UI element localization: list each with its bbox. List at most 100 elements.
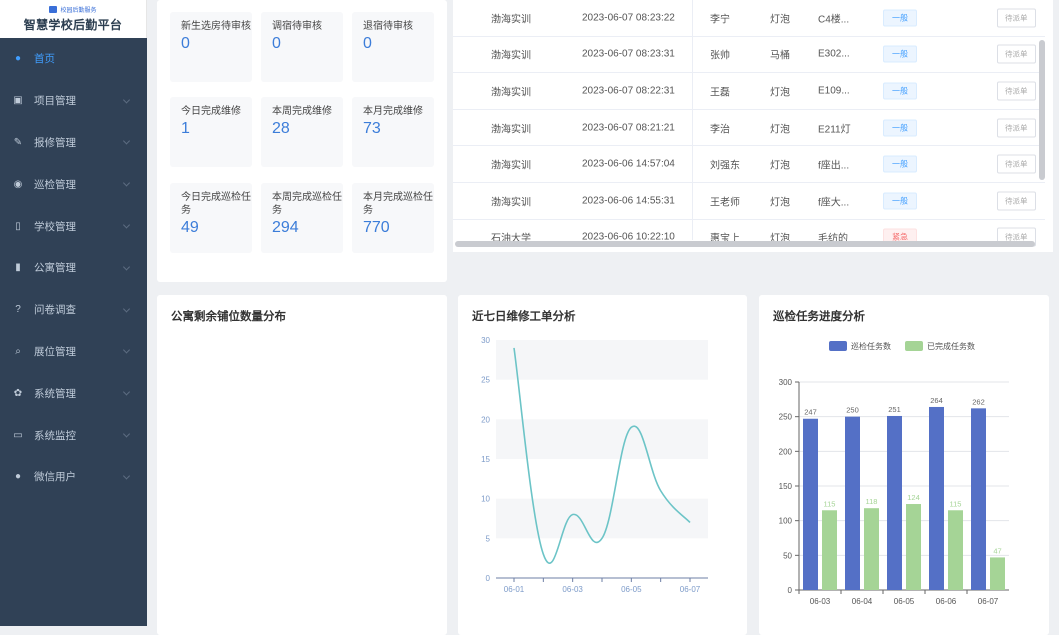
y-tick-label: 20: [481, 415, 490, 424]
stat-tile[interactable]: 本周完成维修28: [261, 97, 343, 167]
repair-icon: ✎: [12, 136, 24, 148]
y-tick-label: 10: [481, 495, 490, 504]
sidebar-item-2[interactable]: ✎ 报修管理: [0, 122, 147, 164]
sidebar-item-5[interactable]: ▮公寓管理: [0, 247, 147, 289]
y-tick-label: 0: [486, 574, 491, 583]
sidebar: 校园后勤服务 智慧学校后勤平台 ●首页▣项目管理✎报修管理◉巡检管理▯学校管理▮…: [0, 0, 147, 626]
sidebar-item-7[interactable]: ⌕展位管理: [0, 331, 147, 373]
sidebar-item-0[interactable]: ●首页: [0, 38, 147, 80]
legend-swatch[interactable]: [905, 341, 923, 351]
dispatch-button[interactable]: 待派单: [997, 191, 1036, 210]
search-icon: ⌕: [12, 345, 24, 357]
table-row: 渤海实训2023-06-06 14:57:04刘强东灯泡f座出...一般待派单: [453, 146, 1045, 183]
table-row: 渤海实训2023-06-06 14:55:31王老师灯泡f座大...一般待派单: [453, 183, 1045, 220]
sidebar-item-8[interactable]: ✿系统管理: [0, 372, 147, 414]
table-row: 渤海实训2023-06-07 08:23:22李宁灯泡C4楼...一般待派单: [453, 0, 1045, 37]
cell-item: 灯泡: [770, 157, 790, 172]
bar-value-label: 251: [888, 405, 901, 414]
legend-swatch[interactable]: [829, 341, 847, 351]
priority-badge: 一般: [883, 82, 917, 99]
sidebar-item-label: 系统监控: [34, 428, 76, 443]
stat-label: 退宿待审核: [363, 20, 433, 33]
horizontal-scrollbar[interactable]: [455, 241, 1035, 247]
wechat-icon: ●: [12, 471, 24, 483]
table-row: 渤海实训2023-06-07 08:21:21李治灯泡E211灯一般待派单: [453, 110, 1045, 147]
stat-tile[interactable]: 今日完成巡检任务49: [170, 183, 252, 253]
cell-person: 张帅: [710, 47, 730, 62]
stat-tile[interactable]: 今日完成维修1: [170, 97, 252, 167]
stat-value: 0: [181, 35, 252, 53]
stat-tile[interactable]: 本月完成巡检任务770: [352, 183, 434, 253]
bar-done[interactable]: [906, 504, 921, 590]
sidebar-item-3[interactable]: ◉巡检管理: [0, 163, 147, 205]
x-tick-label: 06-04: [852, 597, 873, 606]
cell-time: 2023-06-07 08:21:21: [582, 122, 675, 133]
cell-item: 灯泡: [770, 120, 790, 135]
grid-band: [496, 340, 708, 380]
bar-total[interactable]: [929, 407, 944, 590]
bar-done[interactable]: [822, 510, 837, 590]
legend-label: 已完成任务数: [927, 341, 975, 351]
bar-total[interactable]: [845, 417, 860, 590]
stat-tile[interactable]: 本月完成维修73: [352, 97, 434, 167]
sidebar-item-9[interactable]: ▭系统监控: [0, 414, 147, 456]
bar-done[interactable]: [948, 510, 963, 590]
cell-item: 灯泡: [770, 83, 790, 98]
sidebar-item-label: 报修管理: [34, 135, 76, 150]
dispatch-button[interactable]: 待派单: [997, 45, 1036, 64]
logo-text: 校园后勤服务: [60, 5, 96, 14]
bar-done[interactable]: [864, 508, 879, 590]
brand-header[interactable]: 校园后勤服务 智慧学校后勤平台: [0, 0, 147, 38]
x-tick-label: 06-03: [562, 585, 583, 594]
stat-tile[interactable]: 本周完成巡检任务294: [261, 183, 343, 253]
cell-school: 渤海实训: [491, 157, 531, 172]
stat-tile[interactable]: 调宿待审核0: [261, 12, 343, 82]
priority-badge: 一般: [883, 192, 917, 209]
y-tick-label: 100: [779, 517, 793, 526]
sidebar-item-1[interactable]: ▣ 项目管理: [0, 80, 147, 122]
logo: 校园后勤服务: [49, 5, 96, 14]
cell-time: 2023-06-06 14:55:31: [582, 195, 675, 206]
dispatch-button[interactable]: 待派单: [997, 155, 1036, 174]
bar-total[interactable]: [887, 416, 902, 590]
dispatch-button[interactable]: 待派单: [997, 118, 1036, 137]
repair-order-table: 渤海实训2023-06-07 08:23:22李宁灯泡C4楼...一般待派单渤海…: [453, 0, 1053, 252]
bar-value-label: 124: [907, 493, 920, 502]
vertical-scrollbar[interactable]: [1039, 40, 1045, 180]
stat-tile[interactable]: 新生选房待审核 0: [170, 12, 252, 82]
chevron-down-icon: [123, 389, 130, 396]
legend-label: 巡检任务数: [851, 341, 891, 351]
sidebar-item-4[interactable]: ▯学校管理: [0, 205, 147, 247]
cell-item: 灯泡: [770, 193, 790, 208]
cell-school: 渤海实训: [491, 10, 531, 25]
stat-value: 294: [272, 219, 343, 237]
sidebar-item-6[interactable]: ?问卷调查: [0, 289, 147, 331]
chart-legend: 巡检任务数 已完成任务数: [829, 341, 975, 351]
sidebar-item-label: 巡检管理: [34, 177, 76, 192]
bar-total[interactable]: [803, 419, 818, 590]
book-icon: ▯: [12, 220, 24, 232]
chevron-down-icon: [123, 96, 130, 103]
bar-total[interactable]: [971, 408, 986, 590]
bar-done[interactable]: [990, 557, 1005, 590]
stat-label: 新生选房待审核: [181, 20, 251, 33]
dispatch-button[interactable]: 待派单: [997, 81, 1036, 100]
x-tick-label: 06-05: [621, 585, 642, 594]
y-tick-label: 25: [481, 376, 490, 385]
bar-value-label: 115: [950, 499, 962, 508]
bar-chart-icon: ▮: [12, 262, 24, 274]
project-icon: ▣: [12, 95, 24, 107]
cell-school: 渤海实训: [491, 83, 531, 98]
sidebar-item-10[interactable]: ●微信用户: [0, 456, 147, 498]
bar-value-label: 247: [804, 408, 817, 417]
dispatch-button[interactable]: 待派单: [997, 8, 1036, 27]
chevron-down-icon: [123, 347, 130, 354]
x-tick-label: 06-07: [978, 597, 999, 606]
stat-tile[interactable]: 退宿待审核0: [352, 12, 434, 82]
stat-label: 调宿待审核: [272, 20, 342, 33]
sidebar-item-label: 项目管理: [34, 93, 76, 108]
app-title: 智慧学校后勤平台: [24, 16, 122, 33]
y-tick-label: 30: [481, 336, 490, 345]
chevron-down-icon: [123, 472, 130, 479]
chevron-down-icon: [123, 222, 130, 229]
